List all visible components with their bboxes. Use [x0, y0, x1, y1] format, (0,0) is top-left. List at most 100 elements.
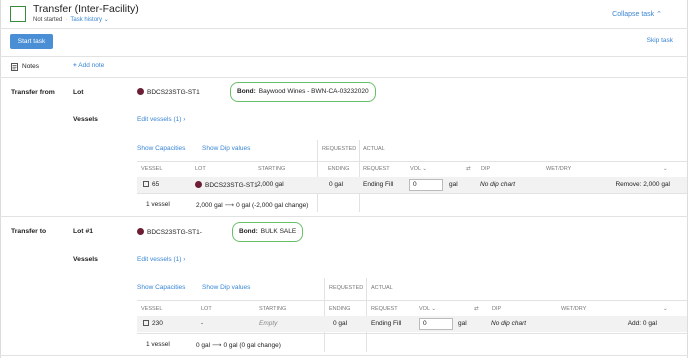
row-lot: -: [201, 320, 204, 327]
vol-unit: gal: [449, 181, 458, 188]
row-result: Add: 0 gal: [627, 320, 657, 327]
row-ending: 0 gal: [333, 320, 348, 327]
vol-unit: gal: [458, 320, 467, 327]
transfer-from-label: Transfer from: [11, 89, 55, 96]
chevron-right-icon: ›: [183, 116, 186, 123]
summary-change: 0 gal ⟶ 0 gal (0 gal change): [196, 341, 281, 349]
column-divider: [324, 278, 325, 352]
row-result: Remove: 2,000 gal: [615, 181, 670, 188]
from-bond-badge: Bond: Baywood Wines - BWN-CA-03232020: [230, 82, 376, 102]
divider: [137, 333, 687, 334]
vessels-label: Vessels: [73, 116, 98, 123]
divider: [0, 28, 688, 29]
divider: [137, 300, 687, 301]
actual-header: ACTUAL: [371, 285, 393, 291]
start-task-button[interactable]: Start task: [10, 34, 53, 49]
row-vessel: 65: [143, 181, 159, 188]
dip-status: No dip chart: [480, 181, 516, 188]
task-title: Transfer (Inter-Facility): [33, 3, 139, 15]
edit-vessels-label: Edit vessels (1): [137, 256, 182, 263]
show-capacities-toggle[interactable]: Show Capacities: [137, 284, 185, 291]
lot-number-label: Lot #1: [73, 228, 94, 235]
col-wet-dry: WET/DRY: [561, 306, 587, 312]
divider: [0, 216, 688, 217]
col-starting: STARTING: [259, 306, 287, 312]
dip-status: No dip chart: [491, 320, 527, 327]
col-lot: LOT: [195, 166, 206, 172]
col-vol: VOL: [419, 306, 430, 312]
column-divider: [317, 140, 318, 212]
lot-color-dot: [195, 181, 202, 188]
summary-from: 2,000 gal: [196, 202, 223, 209]
edit-vessels-label: Edit vessels (1): [137, 116, 182, 123]
vessel-icon: [143, 320, 149, 326]
sort-icon[interactable]: ⌄: [663, 166, 668, 172]
col-wet-dry: WET/DRY: [546, 166, 572, 172]
add-note-button[interactable]: + Add note: [73, 62, 104, 69]
table-row: [137, 316, 687, 332]
show-dip-values-toggle[interactable]: Show Dip values: [202, 284, 250, 291]
swap-icon: ⇄: [474, 306, 479, 312]
from-lot-code: BDCS23STG-ST1: [147, 89, 200, 96]
from-bond-value: Baywood Wines - BWN-CA-03232020: [258, 88, 369, 95]
to-bond-badge: Bond: BULK SALE: [232, 222, 304, 242]
col-vessel: VESSEL: [141, 306, 163, 312]
row-ending: 0 gal: [329, 181, 344, 188]
notes-icon: [11, 63, 18, 73]
col-vol: VOL: [410, 166, 421, 172]
summary-count: 1 vessel: [146, 341, 170, 348]
edit-vessels-button[interactable]: Edit vessels (1) ›: [137, 256, 185, 263]
vessel-icon: [143, 181, 149, 187]
row-starting: 2,000 gal: [257, 181, 284, 188]
chevron-down-icon: ⌄: [422, 166, 427, 172]
vol-input[interactable]: 0: [409, 179, 443, 191]
col-request: REQUEST: [363, 166, 390, 172]
divider: [137, 193, 687, 194]
task-checkbox[interactable]: [10, 6, 26, 22]
col-dip: DIP: [492, 306, 502, 312]
divider: [0, 77, 688, 78]
vol-input[interactable]: 0: [419, 318, 453, 330]
skip-task-link[interactable]: Skip task: [647, 37, 673, 44]
show-capacities-toggle[interactable]: Show Capacities: [137, 145, 185, 152]
col-vol-dropdown[interactable]: VOL ⌄: [410, 166, 427, 172]
col-dip: DIP: [481, 166, 491, 172]
notes-label: Notes: [22, 63, 39, 70]
collapse-task-label: Collapse task: [612, 11, 655, 18]
chevron-down-icon: ⌄: [431, 306, 436, 312]
lot-color-dot: [137, 88, 144, 95]
edit-vessels-button[interactable]: Edit vessels (1) ›: [137, 116, 185, 123]
bond-label: Bond:: [237, 88, 256, 95]
add-note-label: Add note: [78, 62, 105, 69]
plus-icon: +: [73, 62, 77, 69]
row-request: Ending Fill: [363, 181, 394, 188]
chevron-down-icon[interactable]: ⌄: [102, 17, 109, 23]
bond-label: Bond:: [239, 228, 258, 235]
summary-to: 0 gal (0 gal change): [223, 342, 281, 349]
arrow-right-icon: ⟶: [212, 342, 222, 349]
requested-header: REQUESTED: [329, 285, 364, 291]
row-vessel: 230: [143, 320, 163, 327]
vessels-label: Vessels: [73, 256, 98, 263]
from-lot[interactable]: BDCS23STG-ST1: [137, 88, 200, 96]
arrow-right-icon: ⟶: [224, 202, 235, 209]
col-ending: ENDING: [328, 166, 350, 172]
task-history-link[interactable]: Task history: [70, 17, 102, 23]
row-starting: Empty: [259, 320, 278, 327]
chevron-right-icon: ›: [183, 256, 186, 263]
show-dip-values-toggle[interactable]: Show Dip values: [202, 145, 250, 152]
col-request: REQUEST: [371, 306, 398, 312]
to-bond-value: BULK SALE: [260, 228, 297, 235]
to-lot[interactable]: BDCS23STG-ST1-: [137, 228, 202, 236]
row-lot-code: BDCS23STG-ST1: [205, 182, 258, 189]
summary-count: 1 vessel: [146, 201, 170, 208]
frame-left-border: [0, 0, 1, 358]
collapse-task-button[interactable]: Collapse task ⌃: [612, 10, 662, 18]
col-vessel: VESSEL: [141, 166, 163, 172]
summary-to: 0 gal (-2,000 gal change): [236, 202, 309, 209]
column-divider: [366, 278, 367, 352]
col-starting: STARTING: [258, 166, 286, 172]
sort-icon[interactable]: ⌄: [663, 306, 668, 312]
col-vol-dropdown[interactable]: VOL ⌄: [419, 306, 436, 312]
lot-label: Lot: [73, 89, 84, 96]
